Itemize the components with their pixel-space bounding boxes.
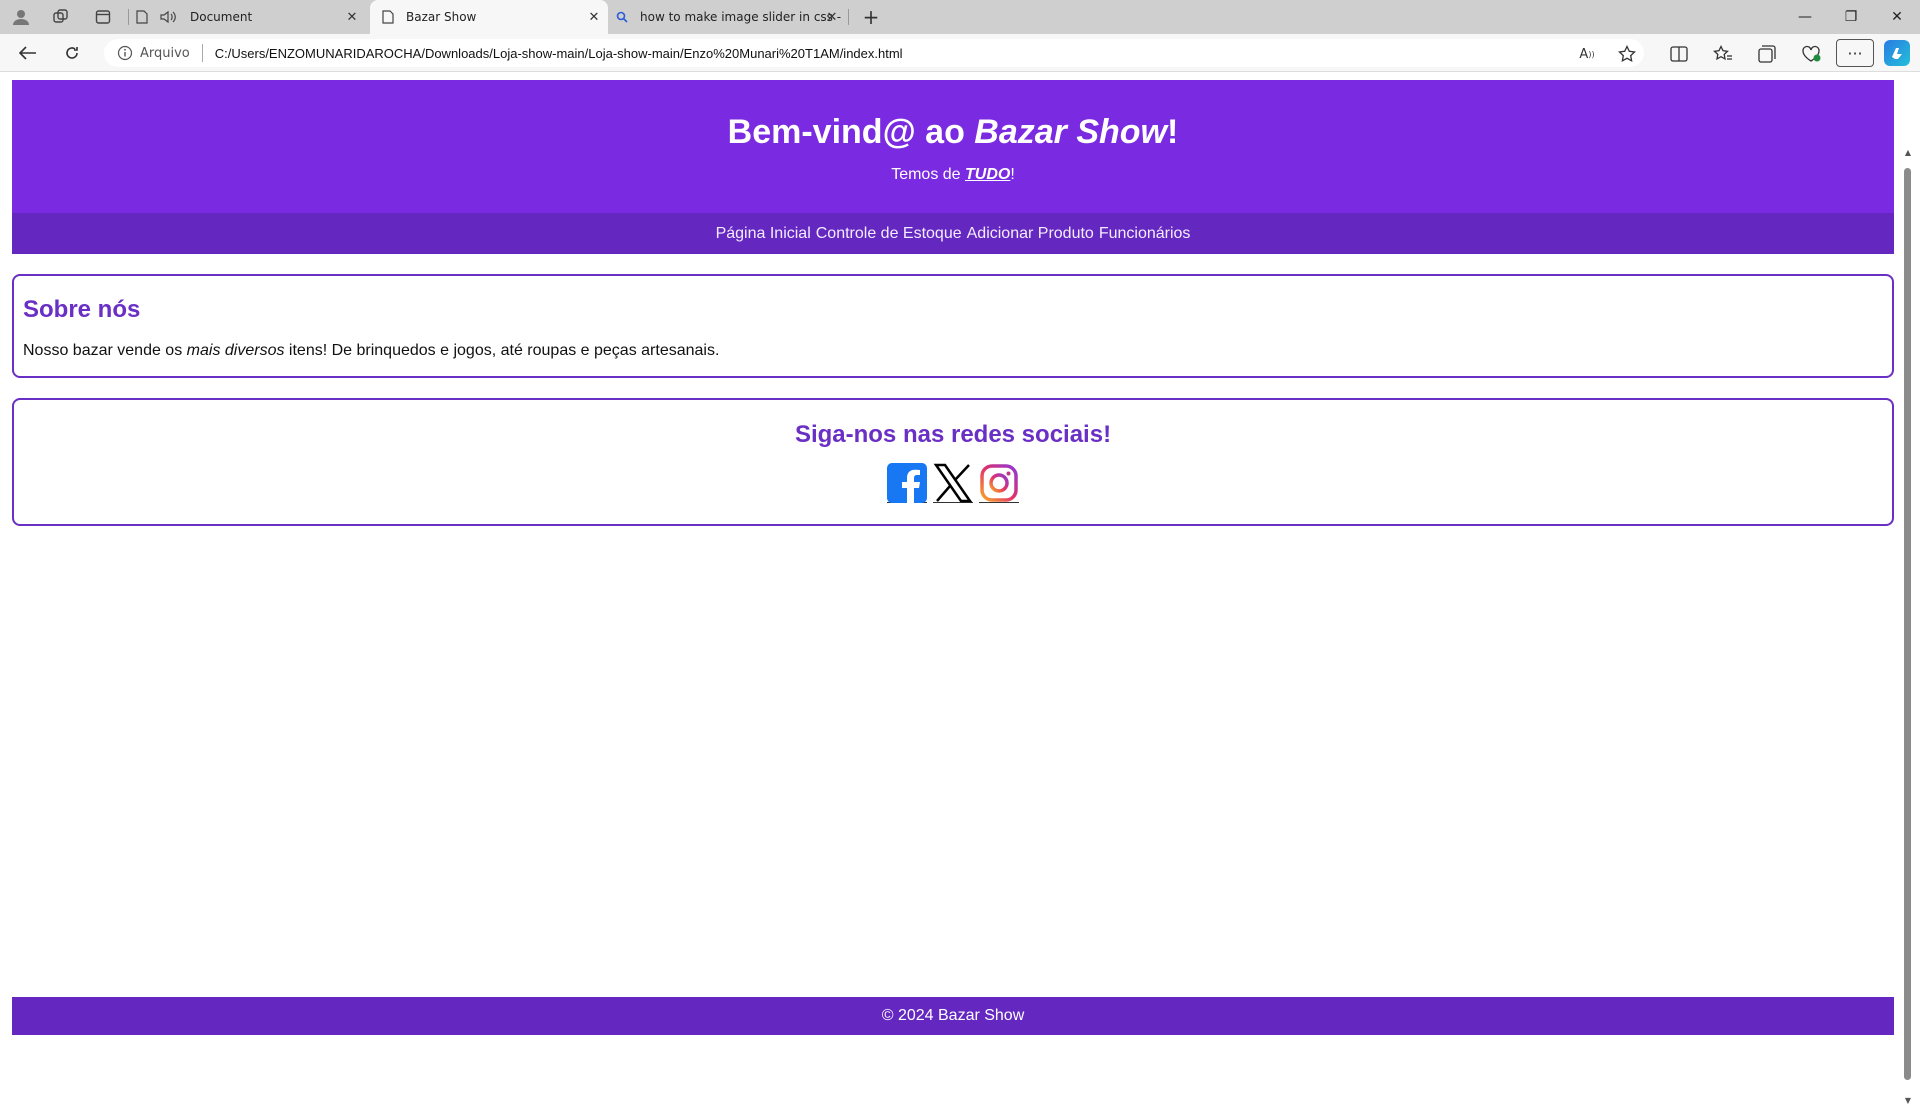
facebook-icon[interactable] bbox=[887, 463, 927, 503]
close-icon[interactable]: ✕ bbox=[344, 9, 360, 25]
social-section: Siga-nos nas redes sociais! bbox=[12, 398, 1894, 526]
social-heading: Siga-nos nas redes sociais! bbox=[794, 421, 1112, 448]
title-suffix: ! bbox=[1167, 113, 1179, 151]
tab-title: Bazar Show bbox=[406, 10, 477, 24]
search-icon bbox=[614, 9, 630, 25]
tab-search[interactable]: how to make image slider in css - ✕ bbox=[614, 0, 846, 34]
about-text-emphasis: mais diversos bbox=[186, 342, 285, 359]
browser-essentials-icon[interactable] bbox=[1800, 43, 1822, 65]
profile-icon[interactable] bbox=[10, 6, 32, 28]
address-bar[interactable]: Arquivo C:/Users/ENZOMUNARIDAROCHA/Downl… bbox=[104, 39, 1644, 67]
new-tab-icon[interactable]: + bbox=[860, 5, 882, 29]
more-menu-icon[interactable]: ··· bbox=[1836, 39, 1874, 67]
page-icon bbox=[134, 9, 150, 25]
instagram-icon[interactable] bbox=[979, 463, 1019, 503]
site-header: Bem-vind@ ao Bazar Show! Temos de TUDO! bbox=[12, 80, 1894, 213]
social-icons bbox=[14, 463, 1892, 503]
page: Bem-vind@ ao Bazar Show! Temos de TUDO! … bbox=[12, 80, 1894, 1035]
tagline-suffix: ! bbox=[1010, 166, 1015, 183]
tagline: Temos de TUDO! bbox=[12, 166, 1894, 184]
scrollbar-thumb[interactable] bbox=[1904, 168, 1911, 1080]
nav-employees[interactable]: Funcionários bbox=[1099, 225, 1191, 243]
about-heading: Sobre nós bbox=[23, 296, 141, 323]
about-text-prefix: Nosso bazar vende os bbox=[23, 342, 187, 359]
address-scheme-label: Arquivo bbox=[140, 45, 190, 61]
browser-toolbar: Arquivo C:/Users/ENZOMUNARIDAROCHA/Downl… bbox=[0, 34, 1920, 72]
read-aloud-icon[interactable]: A)) bbox=[1576, 43, 1598, 65]
split-screen-icon[interactable] bbox=[1668, 43, 1690, 65]
footer-text: © 2024 Bazar Show bbox=[881, 1007, 1025, 1024]
speaker-icon[interactable] bbox=[160, 9, 176, 25]
minimize-icon[interactable]: — bbox=[1782, 0, 1828, 34]
title-prefix: Bem-vind@ ao bbox=[727, 113, 975, 151]
site-footer: © 2024 Bazar Show bbox=[12, 997, 1894, 1035]
info-icon[interactable] bbox=[116, 44, 134, 62]
nav-home[interactable]: Página Inicial bbox=[716, 225, 811, 243]
nav-add-product[interactable]: Adicionar Produto bbox=[967, 225, 1094, 243]
nav-stock-control[interactable]: Controle de Estoque bbox=[816, 225, 962, 243]
tab-document[interactable]: Document ✕ bbox=[134, 0, 366, 34]
about-section: Sobre nós Nosso bazar vende os mais dive… bbox=[12, 274, 1894, 378]
favorite-star-icon[interactable] bbox=[1616, 43, 1638, 65]
tab-title: Document bbox=[190, 10, 253, 24]
collections-icon[interactable] bbox=[1756, 43, 1778, 65]
tab-actions-icon[interactable] bbox=[92, 6, 114, 28]
about-text-suffix: itens! De brinquedos e jogos, até roupas… bbox=[284, 342, 720, 359]
copilot-icon[interactable] bbox=[1884, 40, 1910, 66]
back-icon[interactable] bbox=[14, 41, 42, 65]
scroll-down-icon[interactable]: ▼ bbox=[1902, 1096, 1914, 1108]
page-title: Bem-vind@ ao Bazar Show! bbox=[12, 80, 1894, 154]
tab-bar: Document ✕ Bazar Show ✕ how to make imag… bbox=[0, 0, 1920, 34]
close-icon[interactable]: ✕ bbox=[824, 9, 840, 25]
tagline-link[interactable]: TUDO bbox=[965, 166, 1010, 183]
about-text: Nosso bazar vende os mais diversos itens… bbox=[23, 342, 1883, 360]
workspaces-icon[interactable] bbox=[50, 6, 72, 28]
url-text[interactable]: C:/Users/ENZOMUNARIDAROCHA/Downloads/Loj… bbox=[215, 46, 903, 61]
title-brand: Bazar Show bbox=[974, 113, 1168, 151]
tab-bazar-show[interactable]: Bazar Show ✕ bbox=[370, 0, 608, 34]
vertical-scrollbar[interactable]: ▲ ▼ bbox=[1902, 148, 1914, 1108]
favorites-icon[interactable] bbox=[1712, 43, 1734, 65]
restore-icon[interactable]: ❐ bbox=[1828, 0, 1874, 34]
tagline-prefix: Temos de bbox=[891, 166, 966, 183]
page-viewport: Bem-vind@ ao Bazar Show! Temos de TUDO! … bbox=[0, 72, 1920, 1105]
x-icon[interactable] bbox=[933, 463, 973, 503]
scroll-up-icon[interactable]: ▲ bbox=[1902, 148, 1914, 160]
close-icon[interactable]: ✕ bbox=[586, 9, 602, 25]
tab-title: how to make image slider in css - bbox=[640, 10, 842, 24]
close-window-icon[interactable]: ✕ bbox=[1874, 0, 1920, 34]
main-nav: Página Inicial Controle de Estoque Adici… bbox=[12, 213, 1894, 254]
page-icon bbox=[380, 9, 396, 25]
refresh-icon[interactable] bbox=[58, 41, 86, 65]
